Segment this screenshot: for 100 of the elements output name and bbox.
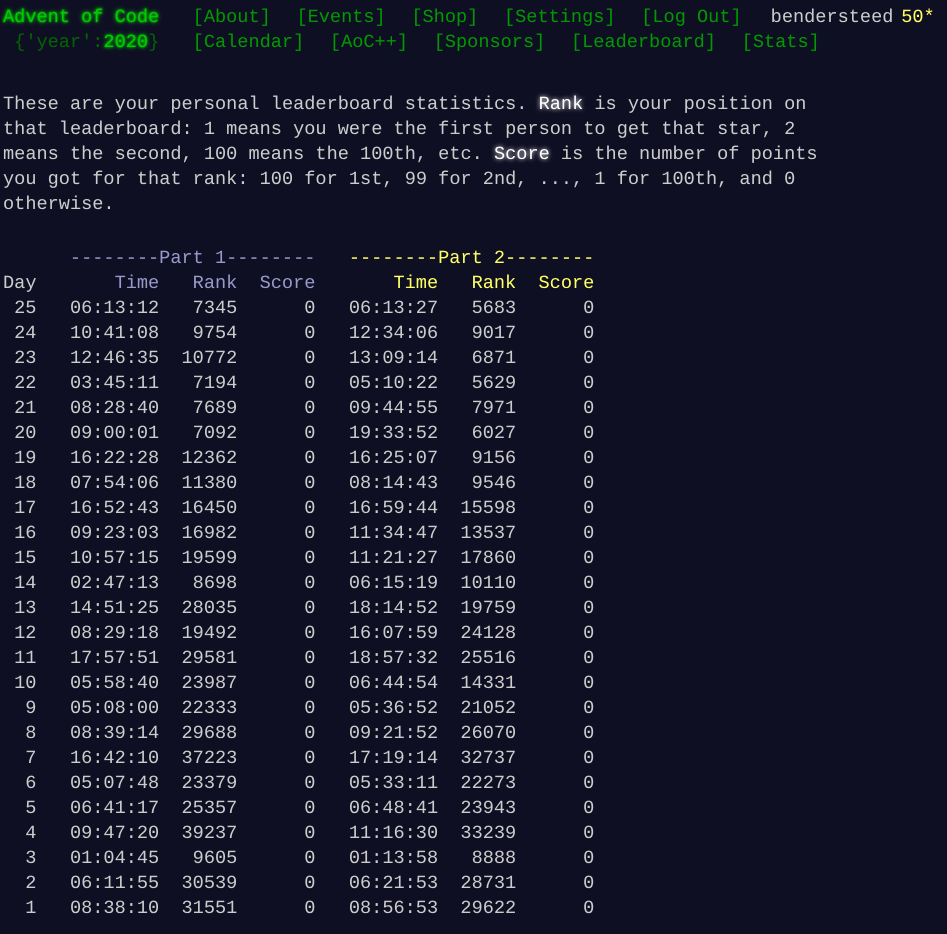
table-cell-text: 29688 — [180, 722, 238, 746]
table-cell-text: 08:39:14 — [68, 722, 160, 746]
table-cell-text: 0 — [582, 397, 594, 421]
nav-link[interactable]: [AoC++] — [330, 30, 408, 55]
table-cell-text: 7971 — [470, 397, 516, 421]
table-cell-text: 0 — [303, 422, 316, 446]
table-cell-text: 25516 — [459, 647, 516, 671]
table-cell-text: 05:58:40 — [68, 672, 160, 696]
table-cell-text: 06:15:19 — [348, 572, 438, 596]
nav-link[interactable]: [Calendar] — [192, 30, 304, 55]
table-cell-text: 0 — [303, 872, 316, 896]
table-cell-text: 19759 — [459, 597, 516, 621]
table-cell-text: 25357 — [180, 797, 238, 821]
nav-link[interactable]: [Leaderboard] — [570, 30, 716, 55]
table-cell-text: 03:45:11 — [68, 372, 160, 396]
table-cell-text: 01:04:45 — [68, 847, 160, 871]
table-cell-text: 0 — [582, 647, 594, 671]
table-cell-text: 12 — [13, 622, 36, 646]
table-cell-text: 0 — [582, 522, 594, 546]
table-cell-text: 31551 — [180, 897, 238, 921]
table-cell-text: 02:47:13 — [68, 572, 160, 596]
table-cell-text: 01:13:58 — [348, 847, 438, 871]
table-cell-text: 0 — [582, 697, 594, 721]
table-cell-text: 19:33:52 — [348, 422, 438, 446]
table-cell-text: 0 — [303, 847, 316, 871]
nav-link[interactable]: [Events] — [296, 5, 386, 30]
table-cell-text: 0 — [303, 497, 316, 521]
table-cell-text: 22333 — [180, 697, 238, 721]
table-cell-text: 25 — [13, 297, 36, 321]
table-cell-text: 0 — [303, 722, 316, 746]
table-cell-text: 14 — [13, 572, 36, 596]
table-cell-text: 06:44:54 — [348, 672, 438, 696]
table-cell-text: 9754 — [192, 322, 238, 346]
table-cell-text: 22273 — [459, 772, 516, 796]
table-cell-text: 19 — [13, 447, 36, 471]
nav-link[interactable]: [Sponsors] — [434, 30, 546, 55]
table-cell-text: 08:29:18 — [68, 622, 160, 646]
table-cell-text: 21 — [13, 397, 36, 421]
table-cell-text: 4 — [24, 822, 36, 846]
table-cell-text: 17:57:51 — [68, 647, 160, 671]
table-cell-text: 11 — [13, 647, 36, 671]
table-cell-text: 0 — [582, 347, 594, 371]
table-cell-text: 0 — [303, 447, 316, 471]
nav-link[interactable]: [Settings] — [504, 5, 616, 30]
table-cell-text: 24 — [13, 322, 36, 346]
table-cell-text: 5629 — [470, 372, 516, 396]
table-cell-text: 23987 — [180, 672, 238, 696]
table-cell-text: 26070 — [459, 722, 516, 746]
table-cell-text: 07:54:06 — [68, 472, 160, 496]
table-cell-text: 0 — [582, 772, 594, 796]
nav-link[interactable]: [Stats] — [742, 30, 820, 55]
table-cell-text: 28035 — [180, 597, 238, 621]
table-cell-text: 0 — [582, 797, 594, 821]
table-cell-text: 20 — [13, 422, 36, 446]
table-cell-text: 0 — [303, 622, 316, 646]
table-cell-text: 5683 — [470, 297, 516, 321]
table-cell-text: 0 — [303, 572, 316, 596]
table-cell-text: 05:07:48 — [68, 772, 160, 796]
part-heading: --------Part 1-------- — [68, 247, 316, 271]
nav-link[interactable]: [Shop] — [411, 5, 478, 30]
table-cell-text: 23 — [13, 347, 36, 371]
table-cell-text: 06:21:53 — [348, 872, 438, 896]
table-cell-text: 39237 — [180, 822, 238, 846]
user-name: bendersteed — [770, 6, 894, 30]
table-cell-text: 05:08:00 — [68, 697, 160, 721]
table-cell-text: 24128 — [459, 622, 516, 646]
table-cell-text: 19492 — [180, 622, 238, 646]
table-cell-text: 09:47:20 — [68, 822, 160, 846]
table-cell-text: 8698 — [192, 572, 238, 596]
table-cell-text: 6027 — [470, 422, 516, 446]
table-cell-text: 16 — [13, 522, 36, 546]
table-cell-text: 0 — [582, 547, 594, 571]
table-cell-text: 7 — [24, 747, 36, 771]
table-cell-text: 10110 — [459, 572, 516, 596]
table-cell-text: 0 — [582, 847, 594, 871]
table-cell-text: 0 — [303, 822, 316, 846]
table-cell-text: 6 — [24, 772, 36, 796]
nav-link[interactable]: [Log Out] — [641, 5, 742, 30]
site-title-link[interactable]: Advent of Code — [3, 7, 160, 28]
table-cell-text: 21052 — [459, 697, 516, 721]
table-cell-text: 0 — [582, 447, 594, 471]
table-cell-text: 11:16:30 — [348, 822, 438, 846]
table-cell-text: 7689 — [192, 397, 238, 421]
nav-link[interactable]: [About] — [192, 5, 271, 30]
table-cell-text: 3 — [24, 847, 36, 871]
table-cell-text: 0 — [303, 347, 316, 371]
table-cell-text: 11:34:47 — [348, 522, 438, 546]
table-cell-text: 09:00:01 — [68, 422, 160, 446]
column-heading: Score — [258, 272, 316, 296]
table-cell-text: 0 — [582, 472, 594, 496]
table-cell-text: 0 — [582, 672, 594, 696]
table-cell-text: 0 — [582, 497, 594, 521]
year-label: {'year':2020} — [14, 32, 160, 53]
table-cell-text: 0 — [582, 722, 594, 746]
table-cell-text: 0 — [303, 697, 316, 721]
table-cell-text: 0 — [303, 322, 316, 346]
table-cell-text: 0 — [303, 522, 316, 546]
table-cell-text: 19599 — [180, 547, 238, 571]
table-cell-text: 13 — [13, 597, 36, 621]
table-cell-text: 0 — [303, 647, 316, 671]
